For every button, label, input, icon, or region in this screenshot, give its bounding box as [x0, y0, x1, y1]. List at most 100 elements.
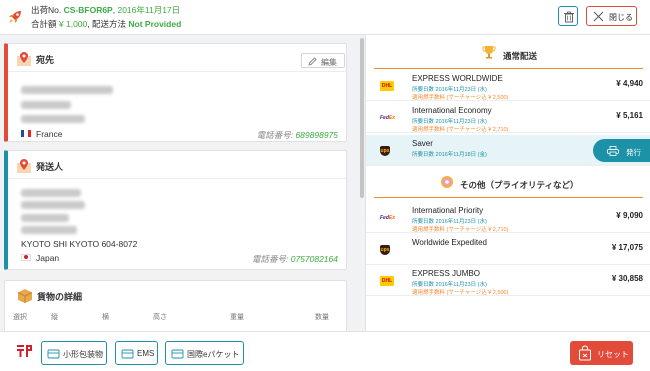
sender-phone-number: 0757082164 [290, 254, 338, 264]
cargo-card: 貨物の詳細 選択 縦 横 高さ 重量 数量 [4, 280, 347, 331]
recipient-title: 宛先 [36, 55, 55, 65]
rate-price: ¥ 17,075 [611, 243, 643, 252]
rate-row[interactable]: FedEx International Economy 所要日数 2016年11… [366, 102, 650, 133]
rate-name: Saver [412, 139, 433, 148]
redacted-city [21, 115, 85, 123]
france-flag-icon [21, 130, 31, 137]
trash-icon [564, 11, 574, 23]
printer-icon [607, 146, 619, 156]
recipient-phone: 電話番号: 689898975 [257, 129, 338, 141]
rate-row[interactable]: DHL EXPRESS JUMBO 所要日数 2016年11月23日 (水) 適… [366, 265, 650, 296]
rate-row-selected[interactable]: ups Saver 所要日数 2016年11月18日 (金) 発行 [366, 135, 650, 166]
recipient-phone-label: 電話番号: [256, 130, 294, 140]
col-weight: 重量 [230, 314, 244, 321]
redacted-street2 [21, 226, 77, 234]
dhl-logo-icon: DHL [380, 276, 394, 286]
standard-title: 通常配送 [503, 51, 538, 61]
rate-price: ¥ 4,940 [616, 79, 643, 88]
method-value: Not Provided [128, 19, 182, 29]
recipient-phone-number: 689898975 [295, 130, 338, 140]
map-pin-icon [17, 159, 31, 173]
rate-days: 所要日数 2016年11月23日 (水) [412, 119, 487, 125]
close-icon [593, 11, 604, 22]
shipment-number: CS-BFOR6P [63, 5, 113, 15]
sender-country-name: Japan [36, 253, 60, 263]
divider [8, 71, 346, 72]
ups-logo-icon: ups [380, 146, 390, 156]
sender-city-line: KYOTO SHI KYOTO 604-8072 [21, 239, 138, 249]
edit-button[interactable]: 編集 [301, 53, 345, 68]
ems-button[interactable]: EMS [115, 341, 158, 365]
package-icon [121, 349, 134, 359]
rate-name: EXPRESS JUMBO [412, 269, 481, 278]
rates-panel: 通常配送 DHL EXPRESS WORLDWIDE 所要日数 2016年11月… [365, 35, 650, 331]
small-packet-button[interactable]: 小形包装物 [41, 341, 107, 365]
issue-button[interactable]: 発行 [593, 139, 650, 162]
close-label: 閉じる [609, 13, 633, 22]
recipient-country-name: France [36, 129, 63, 139]
rate-fee: 適用燃手数料 (サーチャージ込 ¥ 2,500) [412, 95, 509, 101]
col-quantity: 数量 [315, 314, 329, 321]
sender-phone-label: 電話番号: [251, 254, 289, 264]
other-section-header: その他（プライオリティなど） [366, 168, 650, 198]
rate-row[interactable]: DHL EXPRESS WORLDWIDE 所要日数 2016年11月23日 (… [366, 70, 650, 101]
redacted-street [21, 101, 71, 109]
redacted-name [21, 189, 81, 197]
dhl-logo-icon: DHL [380, 81, 394, 91]
col-width: 横 [102, 314, 109, 321]
rate-price: ¥ 30,858 [611, 274, 643, 283]
rate-days: 所要日数 2016年11月23日 (水) [412, 219, 487, 225]
trophy-icon [482, 46, 496, 59]
rate-row[interactable]: FedEx International Priority 所要日数 2016年1… [366, 202, 650, 233]
orange-divider [374, 197, 643, 198]
intl-epacket-button[interactable]: 国際eパケット [165, 341, 244, 365]
divider [8, 178, 346, 179]
sender-card: 発送人 KYOTO SHI KYOTO 604-8072 Japan 電話番号:… [4, 150, 347, 270]
header-bar: 出荷No. CS-BFOR6P, 2016年11月17日 合計額 ¥ 1,000… [0, 0, 650, 35]
rate-name: EXPRESS WORLDWIDE [412, 74, 503, 83]
rate-fee: 適用燃手数料 (サーチャージ込 ¥ 2,710) [412, 227, 509, 233]
package-icon [17, 289, 33, 303]
rate-name: Worldwide Expedited [412, 238, 488, 247]
footer-bar: 小形包装物 EMS 国際eパケット リセット [0, 331, 650, 371]
package-icon [47, 349, 60, 359]
rate-name: International Economy [412, 106, 492, 115]
package-icon [171, 349, 184, 359]
japan-flag-icon [21, 254, 31, 261]
left-scrollbar[interactable] [360, 38, 364, 198]
total-info: 合計額 ¥ 1,000, 配送方法 Not Provided [31, 19, 182, 29]
rate-days: 所要日数 2016年11月23日 (水) [412, 87, 487, 93]
intl-epacket-label: 国際eパケット [187, 350, 240, 359]
rate-fee: 適用燃手数料 (サーチャージ込 ¥ 2,710) [412, 127, 509, 133]
close-button[interactable]: 閉じる [586, 6, 637, 26]
fedex-logo-icon: FedEx [380, 115, 396, 121]
sender-phone: 電話番号: 0757082164 [252, 253, 338, 265]
rate-price: ¥ 5,161 [616, 111, 643, 120]
col-length: 縦 [51, 314, 58, 321]
redacted-company [21, 201, 85, 209]
sender-title: 発送人 [36, 162, 64, 172]
orange-divider [374, 68, 643, 69]
rate-name: International Priority [412, 206, 484, 215]
recipient-card: 宛先 編集 France 電話番号: 689898975 [4, 43, 347, 142]
rocket-icon [9, 11, 21, 23]
shipment-info: 出荷No. CS-BFOR6P, 2016年11月17日 [31, 5, 181, 15]
reset-label: リセット [597, 350, 629, 359]
issue-label: 発行 [626, 148, 641, 157]
shipment-label: 出荷No. [31, 5, 62, 15]
rate-row[interactable]: ups Worldwide Expedited ¥ 17,075 [366, 234, 650, 265]
delete-button[interactable] [558, 6, 578, 26]
ups-logo-icon: ups [380, 245, 390, 255]
address-panel: 宛先 編集 France 電話番号: 689898975 発送人 KYOTO S… [0, 35, 360, 331]
fedex-logo-icon: FedEx [380, 215, 396, 221]
method-label: 配送方法 [92, 19, 127, 29]
cargo-title: 貨物の詳細 [37, 292, 83, 302]
other-title: その他（プライオリティなど） [460, 180, 579, 190]
total-label: 合計額 [31, 19, 57, 29]
redacted-street [21, 214, 69, 222]
japan-post-logo-icon [17, 345, 32, 357]
shopping-bag-icon [579, 345, 591, 361]
reset-button[interactable]: リセット [570, 341, 633, 365]
shipment-date: 2016年11月17日 [117, 5, 181, 15]
edit-label: 編集 [321, 58, 337, 67]
